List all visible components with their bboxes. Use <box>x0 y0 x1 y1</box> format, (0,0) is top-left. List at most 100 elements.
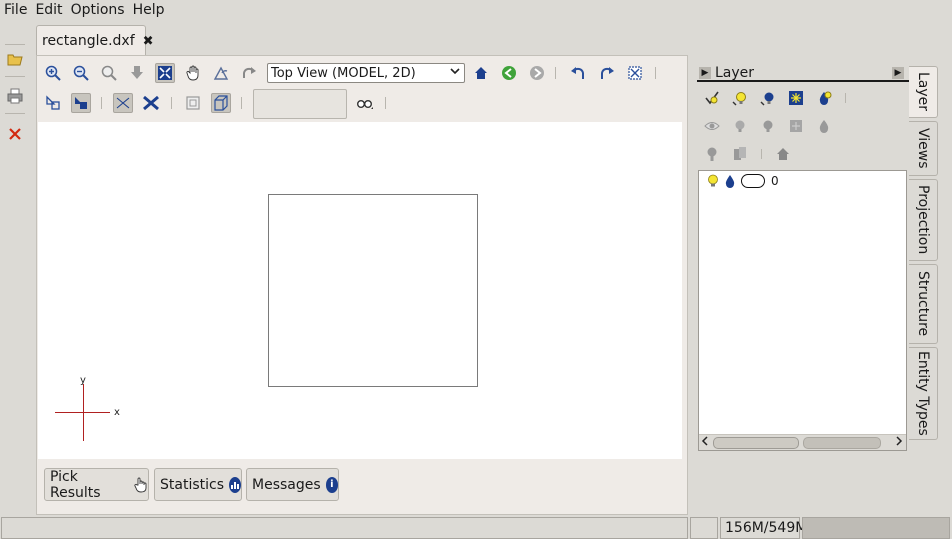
print-icon[interactable] <box>6 87 24 105</box>
redo-view-icon[interactable] <box>239 63 259 83</box>
bulb-on-icon[interactable] <box>707 174 719 188</box>
layer-copy-icon[interactable] <box>731 145 749 163</box>
eye-icon[interactable] <box>703 117 721 135</box>
separator <box>241 97 242 109</box>
layer-color-icon[interactable] <box>815 89 833 107</box>
tab-structure[interactable]: Structure <box>909 264 938 344</box>
horizontal-scrollbar[interactable] <box>699 434 906 450</box>
freeze-gray-icon[interactable] <box>787 117 805 135</box>
menu-options[interactable]: Options <box>71 2 125 18</box>
visibility-toggle[interactable] <box>741 174 765 188</box>
layer-list: 0 <box>698 170 907 451</box>
layer-off-icon[interactable] <box>759 89 777 107</box>
status-indicator <box>690 517 718 539</box>
open-folder-icon[interactable] <box>6 50 24 68</box>
layer-add-icon[interactable] <box>703 145 721 163</box>
axis-x-label: x <box>114 407 120 418</box>
layer-panel-title: Layer <box>715 64 755 81</box>
memory-usage: 156M/549M <box>720 517 807 539</box>
menu-help[interactable]: Help <box>133 2 165 18</box>
layer-freeze-icon[interactable] <box>787 89 805 107</box>
pan-hand-icon[interactable] <box>183 63 203 83</box>
menu-file[interactable]: File <box>4 2 27 18</box>
rotate-view-icon[interactable] <box>211 63 231 83</box>
zoom-previous-icon[interactable] <box>127 63 147 83</box>
layer-on-icon[interactable] <box>731 89 749 107</box>
zoom-out-icon[interactable] <box>71 63 91 83</box>
binoculars-icon[interactable] <box>355 93 375 113</box>
tab-views-label: Views <box>915 128 931 169</box>
pointer-hand-icon <box>134 477 148 493</box>
wireframe-icon[interactable] <box>113 93 133 113</box>
frame-icon[interactable] <box>183 93 203 113</box>
pick-results-button[interactable]: Pick Results <box>44 468 149 501</box>
view-select[interactable]: Top View (MODEL, 2D) <box>267 63 465 83</box>
status-bar: 156M/549M <box>0 515 952 539</box>
scroll-right-icon[interactable] <box>895 435 903 450</box>
drawn-rectangle[interactable] <box>268 194 478 387</box>
messages-label: Messages <box>252 476 321 493</box>
tab-projection-label: Projection <box>915 185 931 255</box>
bulb-gray-icon[interactable] <box>759 117 777 135</box>
thick-lines-icon[interactable] <box>141 93 161 113</box>
layer-home-icon[interactable] <box>774 145 792 163</box>
document-tab[interactable]: rectangle.dxf ✖ <box>36 25 154 56</box>
tab-close-icon[interactable]: ✖ <box>143 34 154 49</box>
forward-icon[interactable] <box>527 63 547 83</box>
scroll-left-icon[interactable] <box>701 435 709 450</box>
close-icon[interactable] <box>6 125 24 143</box>
zoom-window-icon[interactable] <box>99 63 119 83</box>
zoom-in-icon[interactable] <box>43 63 63 83</box>
scrollbar-track[interactable] <box>803 437 881 449</box>
layer-panel-header: ▶ Layer ▶ <box>697 65 909 82</box>
bulb-gray-icon[interactable] <box>731 117 749 135</box>
left-toolbar <box>0 40 30 150</box>
statistics-label: Statistics <box>160 476 224 493</box>
home-icon[interactable] <box>471 63 491 83</box>
drop-gray-icon[interactable] <box>815 117 833 135</box>
info-icon: i <box>325 476 338 493</box>
auto-zoom-icon[interactable] <box>155 63 175 83</box>
layer-name: 0 <box>771 174 779 188</box>
tab-entity-types-label: Entity Types <box>915 351 931 436</box>
tab-layer[interactable]: Layer <box>909 66 938 118</box>
progress-bar <box>802 517 950 539</box>
color-drop-icon[interactable] <box>725 174 735 188</box>
box-3d-icon[interactable] <box>211 93 231 113</box>
statistics-button[interactable]: Statistics <box>154 468 242 501</box>
shapes-filled-icon[interactable] <box>71 93 91 113</box>
tab-projection[interactable]: Projection <box>909 179 938 261</box>
messages-button[interactable]: Messages i <box>246 468 339 501</box>
redo-icon[interactable] <box>597 63 617 83</box>
document-tab-label: rectangle.dxf <box>42 33 135 49</box>
tab-structure-label: Structure <box>915 271 931 337</box>
tab-entity-types[interactable]: Entity Types <box>909 347 938 440</box>
separator <box>5 44 25 45</box>
separator <box>845 93 846 103</box>
coordinate-field[interactable] <box>253 89 347 119</box>
layer-select-icon[interactable] <box>703 89 721 107</box>
back-icon[interactable] <box>499 63 519 83</box>
axis-y-label: y <box>80 375 86 386</box>
drawing-canvas[interactable]: x y <box>38 122 682 459</box>
separator <box>101 97 102 109</box>
scrollbar-thumb[interactable] <box>713 437 799 449</box>
tab-views[interactable]: Views <box>909 121 938 176</box>
separator <box>5 76 25 77</box>
undo-icon[interactable] <box>568 63 588 83</box>
collapse-arrow-icon[interactable]: ▶ <box>699 66 711 79</box>
panel-menu-arrow-icon[interactable]: ▶ <box>892 67 904 79</box>
bar-chart-icon <box>229 476 241 493</box>
separator <box>655 67 656 79</box>
separator <box>385 97 386 109</box>
fit-icon[interactable] <box>625 63 645 83</box>
pick-results-label: Pick Results <box>50 468 101 501</box>
separator <box>761 149 762 159</box>
separator <box>555 67 556 79</box>
shapes-outline-icon[interactable] <box>43 93 63 113</box>
list-item[interactable]: 0 <box>707 174 779 188</box>
menu-bar: File Edit Options Help <box>0 0 952 20</box>
tab-layer-label: Layer <box>915 72 931 112</box>
coordinate-axes-gizmo: x y <box>55 375 120 441</box>
menu-edit[interactable]: Edit <box>35 2 62 18</box>
